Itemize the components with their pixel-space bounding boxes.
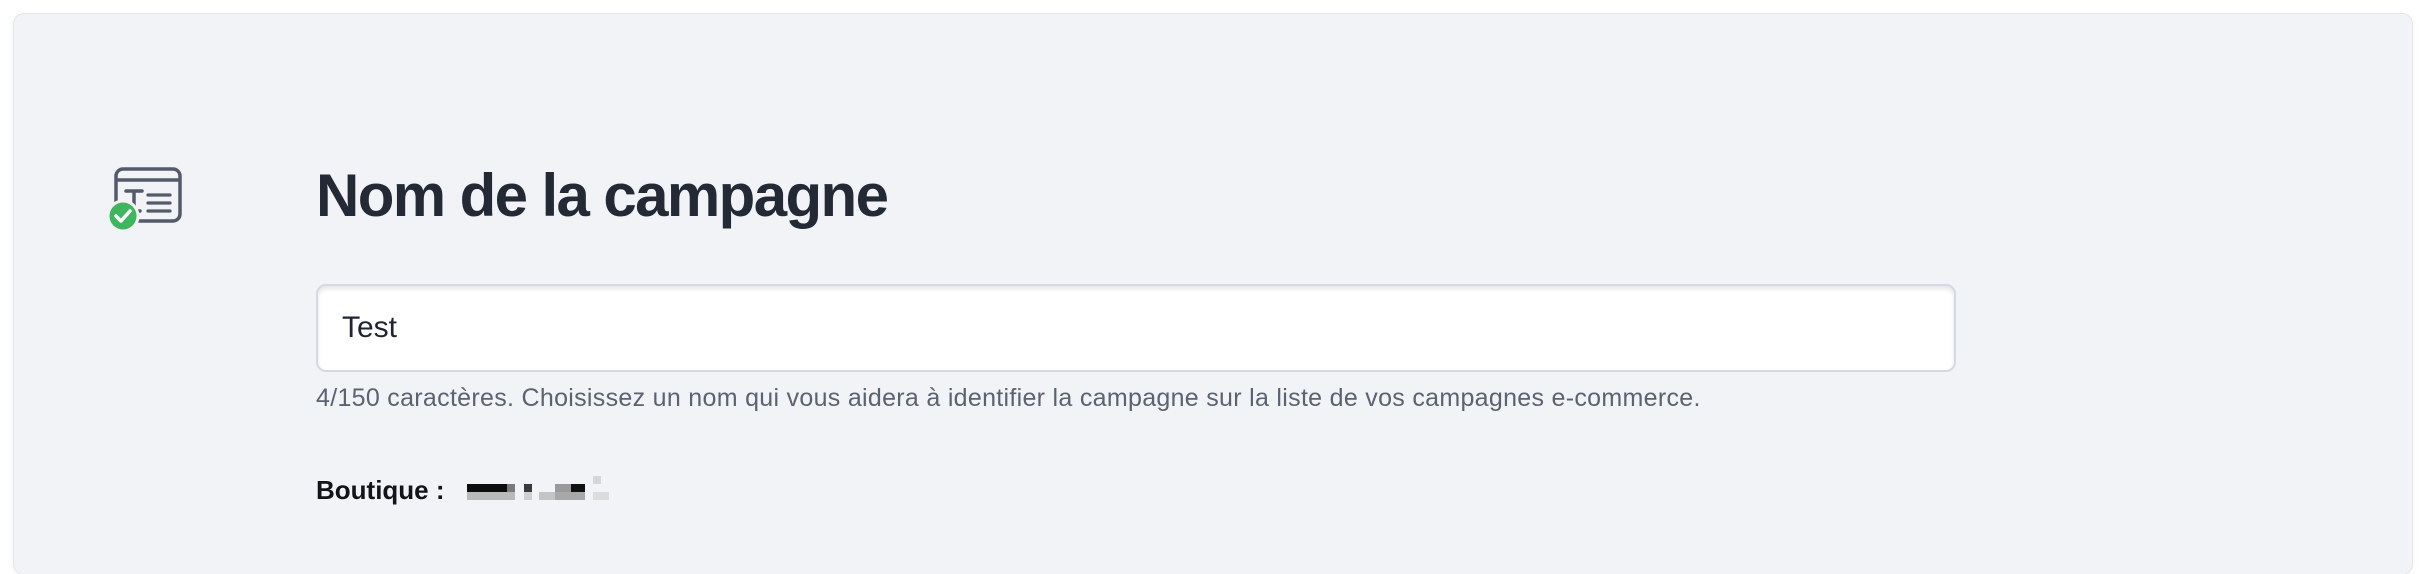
check-badge-icon <box>106 199 140 233</box>
helper-text: 4/150 caractères. Choisissez un nom qui … <box>316 380 1701 416</box>
shop-value-redacted <box>466 476 617 503</box>
text-card-icon <box>106 167 182 233</box>
campaign-name-card: Nom de la campagne 4/150 caractères. Cho… <box>14 14 2412 574</box>
campaign-name-input[interactable] <box>316 284 1956 372</box>
help-description: Choisissez un nom qui vous aidera à iden… <box>514 384 1701 412</box>
char-count: 4/150 caractères. <box>316 384 515 412</box>
section-title: Nom de la campagne <box>316 162 889 229</box>
shop-row: Boutique : <box>316 470 617 510</box>
shop-label: Boutique : <box>316 474 445 505</box>
